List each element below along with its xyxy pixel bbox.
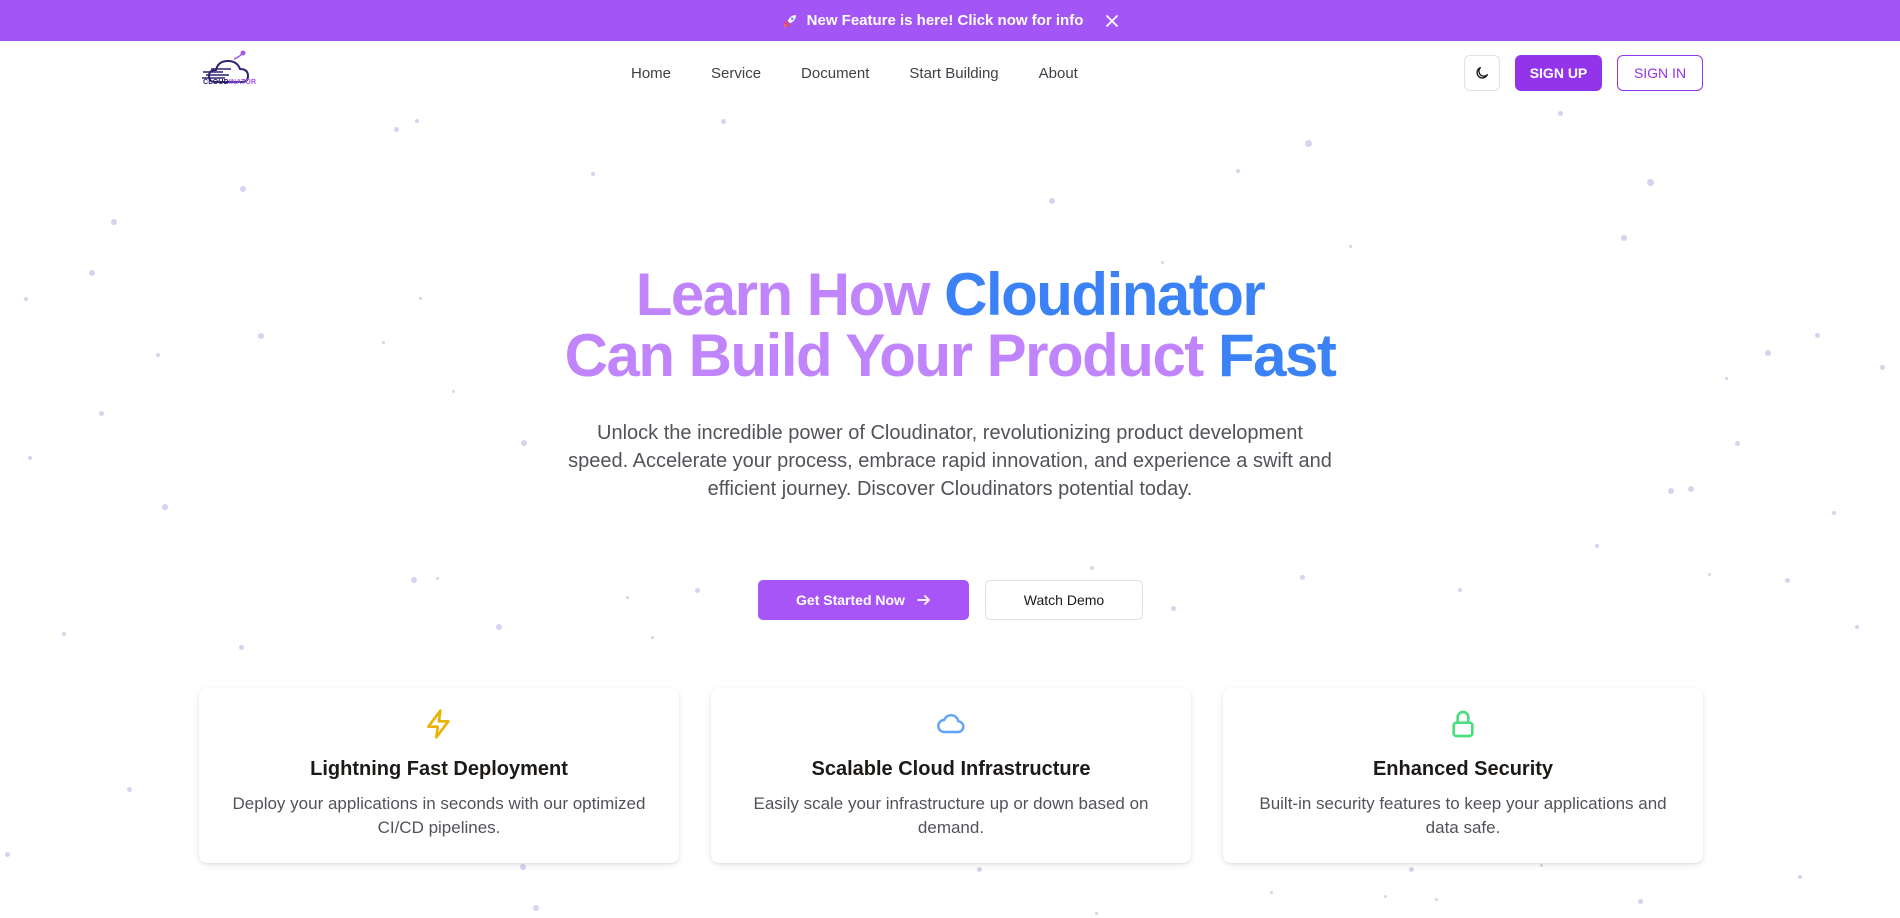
background-dot xyxy=(1798,875,1802,879)
lightning-icon xyxy=(199,708,679,740)
background-dot xyxy=(1458,588,1462,592)
background-dot xyxy=(393,126,399,132)
navbar: CLOUDINATOR Home Service Document Start … xyxy=(0,41,1900,105)
theme-toggle-button[interactable] xyxy=(1464,55,1500,91)
background-dot xyxy=(1383,894,1387,898)
background-dot xyxy=(98,410,104,416)
background-dot xyxy=(1170,605,1176,611)
background-dot xyxy=(533,905,539,911)
logo-wordmark[interactable]: CLOUDINATOR xyxy=(203,79,256,86)
hero-title-line1-part1: Learn How xyxy=(635,261,945,328)
background-dot xyxy=(694,587,700,593)
background-dot xyxy=(62,632,66,636)
main-menu: Home Service Document Start Building Abo… xyxy=(631,41,1078,105)
nav-item-about[interactable]: About xyxy=(1039,65,1078,82)
background-dot xyxy=(1707,572,1711,576)
background-dot xyxy=(976,866,982,872)
feature-title: Enhanced Security xyxy=(1372,758,1554,780)
background-dot xyxy=(650,635,654,639)
background-dot xyxy=(591,172,595,176)
background-dot xyxy=(1668,488,1674,494)
background-dot xyxy=(1348,244,1352,248)
background-dot xyxy=(1090,566,1094,570)
nav-item-service[interactable]: Service xyxy=(711,65,761,82)
feature-title: Lightning Fast Deployment xyxy=(310,758,568,780)
background-dot xyxy=(1688,486,1694,492)
background-dot xyxy=(1637,898,1643,904)
close-icon[interactable] xyxy=(1105,14,1119,28)
cloud-icon xyxy=(711,708,1191,740)
background-dot xyxy=(1621,235,1627,241)
rocket-icon xyxy=(781,12,799,30)
feature-card: Scalable Cloud Infrastructure Easily sca… xyxy=(711,688,1191,863)
background-dot xyxy=(1269,890,1273,894)
banner-text[interactable]: New Feature is here! Click now for info xyxy=(807,12,1084,29)
background-dot xyxy=(1855,625,1859,629)
announcement-banner[interactable]: New Feature is here! Click now for info xyxy=(0,0,1900,41)
background-dot xyxy=(4,851,10,857)
feature-card: Lightning Fast Deployment Deploy your ap… xyxy=(199,688,679,863)
background-dot xyxy=(240,186,246,192)
lock-icon xyxy=(1223,708,1703,740)
background-dot xyxy=(1304,139,1312,147)
background-dot xyxy=(238,644,244,650)
background-dot xyxy=(1434,897,1438,901)
watch-demo-button[interactable]: Watch Demo xyxy=(985,580,1143,620)
background-dot xyxy=(1299,574,1305,580)
background-dot xyxy=(435,576,439,580)
get-started-label: Get Started Now xyxy=(796,592,905,608)
background-dot xyxy=(720,118,726,124)
background-dot xyxy=(1049,198,1055,204)
background-dot xyxy=(1539,863,1543,867)
background-dot xyxy=(1832,511,1836,515)
background-dot xyxy=(411,577,417,583)
background-dot xyxy=(520,864,526,870)
background-dot xyxy=(415,119,419,123)
background-dot xyxy=(1557,110,1563,116)
nav-item-start-building[interactable]: Start Building xyxy=(909,65,998,82)
background-dot xyxy=(126,786,132,792)
background-dot xyxy=(451,389,455,393)
hero-title-line2-part2: Fast xyxy=(1217,322,1337,389)
feature-description: Easily scale your infrastructure up or d… xyxy=(753,794,1149,837)
background-dot xyxy=(496,624,502,630)
get-started-button[interactable]: Get Started Now xyxy=(758,580,969,620)
moon-icon xyxy=(1474,65,1490,81)
background-dot xyxy=(162,504,168,510)
nav-item-document[interactable]: Document xyxy=(801,65,869,82)
background-dot xyxy=(1094,911,1098,915)
background-dot xyxy=(1646,178,1654,186)
hero-title: Learn How Cloudinator Can Build Your Pro… xyxy=(0,264,1900,386)
nav-item-home[interactable]: Home xyxy=(631,65,671,82)
background-dot xyxy=(625,595,629,599)
hero-title-line1-part2: Cloudinator xyxy=(944,261,1266,328)
sign-in-button[interactable]: SIGN IN xyxy=(1617,55,1703,91)
feature-title: Scalable Cloud Infrastructure xyxy=(811,758,1091,780)
background-dot xyxy=(1784,577,1790,583)
background-dot xyxy=(28,456,32,460)
background-dot xyxy=(1236,169,1240,173)
background-dot xyxy=(1408,866,1414,872)
feature-description: Deploy your applications in seconds with… xyxy=(232,794,646,837)
background-dot xyxy=(111,219,117,225)
background-dot xyxy=(521,440,527,446)
arrow-right-icon xyxy=(917,593,931,607)
feature-card: Enhanced Security Built-in security feat… xyxy=(1223,688,1703,863)
hero-title-line2-part1: Can Build Your Product xyxy=(564,322,1218,389)
background-dot xyxy=(1734,440,1740,446)
background-dot xyxy=(1595,544,1599,548)
hero-subtitle: Unlock the incredible power of Cloudinat… xyxy=(568,422,1332,500)
feature-description: Built-in security features to keep your … xyxy=(1259,794,1667,837)
sign-up-button[interactable]: SIGN UP xyxy=(1515,55,1602,91)
